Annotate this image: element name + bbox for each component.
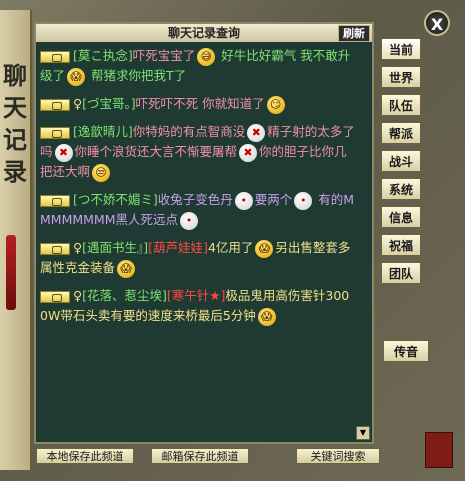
tab-info[interactable]: 信息 [381,206,421,228]
player-title: [葫芦娃娃] [148,240,208,255]
chat-message: [莫こ执念]吓死宝宝了 😅 好牛比好霸气 我不敢升级了 😱 帮猪求你把我T了 [40,46,356,86]
player-name[interactable]: [莫こ执念] [73,48,133,63]
tab-group[interactable]: 团队 [381,262,421,284]
player-name[interactable]: [遇面书生』] [82,240,148,255]
close-button[interactable]: X [424,10,450,36]
rabbit-emoji-icon: ✖ [247,123,266,142]
tab-blessing[interactable]: 祝福 [381,234,421,256]
tab-system[interactable]: 系统 [381,178,421,200]
player-name[interactable]: [花落、惹尘埃] [82,288,167,303]
speaker-icon [40,290,70,303]
save-local-button[interactable]: 本地保存此频道 [36,448,134,464]
tab-guild[interactable]: 帮派 [381,122,421,144]
refresh-button[interactable]: 刷新 [338,25,370,42]
player-name[interactable]: [つ不娇不媚ミ] [73,192,158,207]
rabbit-emoji-icon: • [180,211,198,230]
emoji-icon: 😱 [67,67,86,86]
emoji-icon: 😏 [266,95,285,114]
chat-log[interactable]: [莫こ执念]吓死宝宝了 😅 好牛比好霸气 我不敢升级了 😱 帮猪求你把我T了 ♀[づ… [40,46,356,441]
rabbit-emoji-icon: ✖ [54,143,73,162]
window-title: 聊天记录查询 [167,26,240,40]
chat-message: [つ不娇不媚ミ]收兔子变色丹 • 要两个 • 有的MMMMMMMM黑人死远点 • [40,190,356,230]
seal-logo [425,432,453,468]
speaker-icon [40,98,70,111]
tab-team[interactable]: 队伍 [381,94,421,116]
tassel-decoration [6,235,16,310]
speaker-icon [40,50,70,63]
emoji-icon: 😱 [255,239,274,258]
speaker-icon [40,242,70,255]
chat-message: ♀[花落、惹尘埃][寒午针★]极品鬼用高伤害针3000W带石头卖有要的速度来桥最… [40,286,356,326]
rabbit-emoji-icon: • [234,191,253,210]
speaker-icon [40,194,70,207]
emoji-icon: 😱 [257,307,276,326]
emoji-icon: 😱 [117,259,136,278]
speaker-icon [40,126,70,139]
chat-panel: 聊天记录查询 刷新 [莫こ执念]吓死宝宝了 😅 好牛比好霸气 我不敢升级了 😱 帮猪… [34,22,374,444]
title-bar: 聊天记录查询 刷新 [36,24,372,42]
chat-message: ♀[づ宝哥。]吓死吓不死 你就知道了 😏 [40,94,356,114]
chat-message: [逸歆晴儿]你特妈的有点智商没 ✖ 精子射的太多了吗 ✖ 你睡个浪货还大言不惭要屠帮 ✖ 你… [40,122,356,182]
player-title: [寒午针★] [166,288,226,303]
scroll-decoration: 聊天记录 [0,10,32,470]
tab-battle[interactable]: 战斗 [381,150,421,172]
scroll-down-button[interactable]: ▼ [356,426,370,440]
save-mail-button[interactable]: 邮箱保存此频道 [151,448,249,464]
side-title: 聊天记录 [3,61,27,186]
emoji-icon: 😅 [197,47,216,66]
player-name[interactable]: [づ宝哥。] [82,96,136,111]
tab-world[interactable]: 世界 [381,66,421,88]
rabbit-emoji-icon: • [294,191,313,210]
rabbit-emoji-icon: ✖ [239,143,258,162]
player-name[interactable]: [逸歆晴儿] [73,124,133,139]
keyword-search-button[interactable]: 关键词搜索 [296,448,380,464]
emoji-icon: 😒 [92,163,111,182]
tab-voice[interactable]: 传音 [383,340,429,362]
channel-tabs: 当前 世界 队伍 帮派 战斗 系统 信息 祝福 团队 [381,38,431,290]
chat-message: ♀[遇面书生』][葫芦娃娃]4亿用了 😱 另出售整套多属性克金装备 😱 [40,238,356,278]
tab-current[interactable]: 当前 [381,38,421,60]
